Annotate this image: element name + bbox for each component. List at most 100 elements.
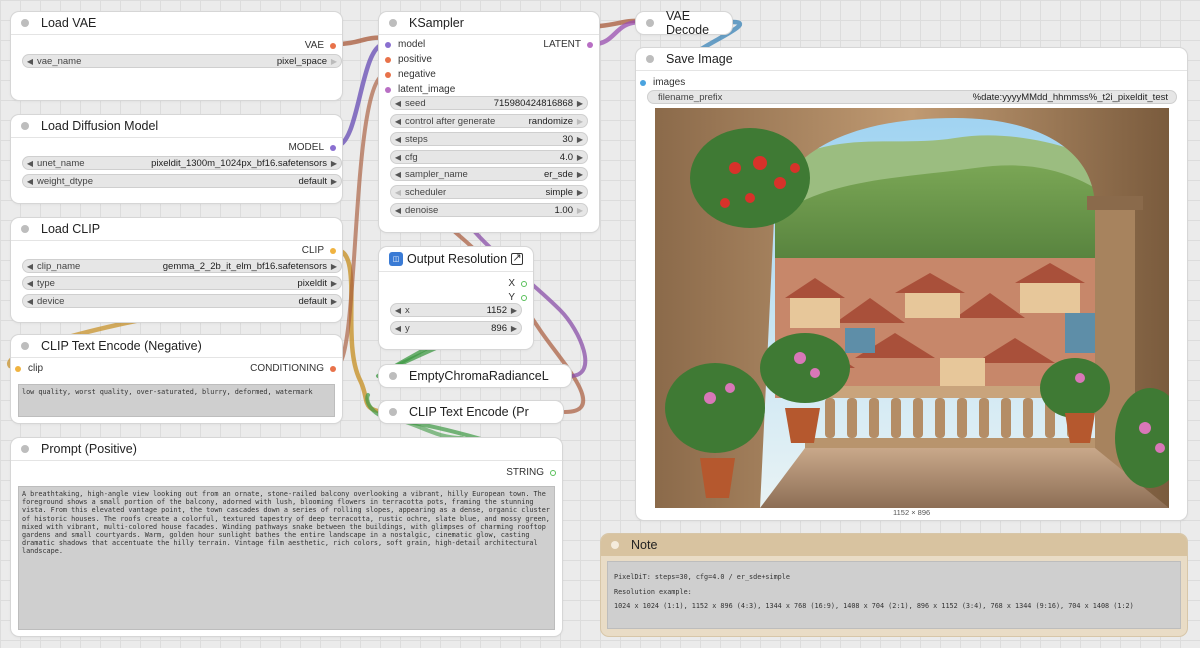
widget-device[interactable]: ◀ device default ▶: [22, 294, 342, 308]
collapse-dot-icon[interactable]: [646, 19, 654, 27]
negative-prompt-textarea[interactable]: low quality, worst quality, over-saturat…: [18, 384, 335, 417]
positive-prompt-textarea[interactable]: A breathtaking, high-angle view looking …: [18, 486, 555, 630]
node-clip-text-encode-negative[interactable]: CLIP Text Encode (Negative) clip CONDITI…: [11, 335, 342, 423]
node-header[interactable]: Prompt (Positive): [11, 438, 562, 461]
note-textarea[interactable]: PixelDiT: steps=30, cfg=4.0 / er_sde+sim…: [607, 561, 1181, 629]
arrow-left-icon[interactable]: ◀: [391, 170, 405, 179]
widget-sampler-name[interactable]: ◀ sampler_name er_sde ▶: [390, 167, 588, 181]
node-output-resolution[interactable]: ◫ Output Resolution ↗ X Y ◀ x 1152 ▶ ◀ y…: [379, 247, 533, 349]
arrow-left-icon[interactable]: ◀: [391, 99, 405, 108]
output-slot-x[interactable]: [521, 280, 527, 287]
arrow-left-icon[interactable]: ◀: [391, 188, 405, 197]
node-header[interactable]: CLIP Text Encode (Negative): [11, 335, 342, 358]
collapse-dot-icon[interactable]: [21, 225, 29, 233]
arrow-right-icon[interactable]: ▶: [507, 306, 521, 315]
node-header[interactable]: Load VAE: [11, 12, 342, 35]
arrow-right-icon[interactable]: ▶: [573, 153, 587, 162]
input-slot-clip[interactable]: [15, 365, 21, 372]
input-slot-negative[interactable]: [385, 71, 391, 78]
arrow-left-icon[interactable]: ◀: [23, 177, 37, 186]
arrow-right-icon[interactable]: ▶: [327, 297, 341, 306]
arrow-right-icon[interactable]: ▶: [327, 177, 341, 186]
expand-icon[interactable]: ↗: [511, 253, 523, 265]
widget-steps[interactable]: ◀ steps 30 ▶: [390, 132, 588, 146]
node-header[interactable]: VAE Decode: [636, 9, 732, 37]
arrow-left-icon[interactable]: ◀: [391, 117, 405, 126]
node-load-clip[interactable]: Load CLIP CLIP ◀ clip_name gemma_2_2b_it…: [11, 218, 342, 322]
arrow-left-icon[interactable]: ◀: [391, 135, 405, 144]
collapse-dot-icon[interactable]: [389, 408, 397, 416]
arrow-left-icon[interactable]: ◀: [23, 262, 37, 271]
arrow-right-icon[interactable]: ▶: [573, 188, 587, 197]
collapse-dot-icon[interactable]: [21, 445, 29, 453]
widget-cfg[interactable]: ◀ cfg 4.0 ▶: [390, 150, 588, 164]
arrow-right-icon[interactable]: ▶: [573, 99, 587, 108]
arrow-right-icon[interactable]: ▶: [327, 159, 341, 168]
input-slot-images[interactable]: [640, 79, 646, 86]
collapse-dot-icon[interactable]: [21, 342, 29, 350]
output-slot-vae[interactable]: [330, 42, 336, 49]
node-save-image[interactable]: Save Image images filename_prefix %date:…: [636, 48, 1187, 520]
arrow-left-icon[interactable]: ◀: [23, 279, 37, 288]
node-prompt-positive[interactable]: Prompt (Positive) STRING A breathtaking,…: [11, 438, 562, 636]
arrow-right-icon[interactable]: ▶: [327, 262, 341, 271]
generated-image-preview[interactable]: [655, 108, 1169, 508]
arrow-left-icon[interactable]: ◀: [23, 297, 37, 306]
collapse-dot-icon[interactable]: [389, 19, 397, 27]
node-header[interactable]: CLIP Text Encode (Pr: [379, 401, 563, 423]
arrow-right-icon[interactable]: ▶: [327, 279, 341, 288]
input-slot-model[interactable]: [385, 41, 391, 48]
widget-clip-name[interactable]: ◀ clip_name gemma_2_2b_it_elm_bf16.safet…: [22, 259, 342, 273]
node-header[interactable]: Load Diffusion Model: [11, 115, 342, 138]
widget-control-after-generate[interactable]: ◀ control after generate randomize ▶: [390, 114, 588, 128]
arrow-left-icon[interactable]: ◀: [391, 324, 405, 333]
node-vae-decode[interactable]: VAE Decode: [636, 9, 732, 37]
widget-filename-prefix[interactable]: filename_prefix %date:yyyyMMdd_hhmmss%_t…: [647, 90, 1177, 104]
output-slot-conditioning[interactable]: [330, 365, 336, 372]
arrow-right-icon[interactable]: ▶: [573, 206, 587, 215]
node-load-diffusion-model[interactable]: Load Diffusion Model MODEL ◀ unet_name p…: [11, 115, 342, 203]
output-slot-clip[interactable]: [330, 247, 336, 254]
node-empty-chroma-radiance[interactable]: EmptyChromaRadianceL: [379, 365, 571, 387]
widget-denoise[interactable]: ◀ denoise 1.00 ▶: [390, 203, 588, 217]
widget-unet-name[interactable]: ◀ unet_name pixeldit_1300m_1024px_bf16.s…: [22, 156, 342, 170]
widget-scheduler[interactable]: ◀ scheduler simple ▶: [390, 185, 588, 199]
arrow-left-icon[interactable]: ◀: [23, 57, 37, 66]
collapse-dot-icon[interactable]: [21, 122, 29, 130]
output-slot-model[interactable]: [330, 144, 336, 151]
node-header[interactable]: Note: [601, 534, 1187, 556]
collapse-dot-icon[interactable]: [646, 55, 654, 63]
node-header[interactable]: EmptyChromaRadianceL: [379, 365, 571, 387]
arrow-right-icon[interactable]: ▶: [327, 57, 341, 66]
output-slot-y[interactable]: [521, 294, 527, 301]
arrow-right-icon[interactable]: ▶: [507, 324, 521, 333]
arrow-left-icon[interactable]: ◀: [391, 306, 405, 315]
node-clip-text-encode-positive[interactable]: CLIP Text Encode (Pr: [379, 401, 563, 423]
widget-vae-name[interactable]: ◀ vae_name pixel_space ▶: [22, 54, 342, 68]
output-slot-string[interactable]: [550, 469, 556, 476]
arrow-left-icon[interactable]: ◀: [391, 206, 405, 215]
collapse-dot-icon[interactable]: [611, 541, 619, 549]
arrow-right-icon[interactable]: ▶: [573, 135, 587, 144]
node-load-vae[interactable]: Load VAE VAE ◀ vae_name pixel_space ▶: [11, 12, 342, 100]
arrow-right-icon[interactable]: ▶: [573, 117, 587, 126]
output-slot-latent[interactable]: [587, 41, 593, 48]
widget-weight-dtype[interactable]: ◀ weight_dtype default ▶: [22, 174, 342, 188]
arrow-left-icon[interactable]: ◀: [23, 159, 37, 168]
node-header[interactable]: Load CLIP: [11, 218, 342, 241]
arrow-left-icon[interactable]: ◀: [391, 153, 405, 162]
node-note[interactable]: Note PixelDiT: steps=30, cfg=4.0 / er_sd…: [601, 534, 1187, 636]
node-header[interactable]: KSampler: [379, 12, 599, 35]
input-slot-positive[interactable]: [385, 56, 391, 63]
arrow-right-icon[interactable]: ▶: [573, 170, 587, 179]
node-ksampler[interactable]: KSampler model LATENT positive negative …: [379, 12, 599, 232]
input-slot-latent-image[interactable]: [385, 86, 391, 93]
node-header[interactable]: Save Image: [636, 48, 1187, 71]
node-header[interactable]: ◫ Output Resolution ↗: [379, 247, 533, 272]
widget-type[interactable]: ◀ type pixeldit ▶: [22, 276, 342, 290]
widget-x[interactable]: ◀ x 1152 ▶: [390, 303, 522, 317]
collapse-dot-icon[interactable]: [21, 19, 29, 27]
widget-seed[interactable]: ◀ seed 715980424816868 ▶: [390, 96, 588, 110]
collapse-dot-icon[interactable]: [389, 372, 397, 380]
widget-y[interactable]: ◀ y 896 ▶: [390, 321, 522, 335]
